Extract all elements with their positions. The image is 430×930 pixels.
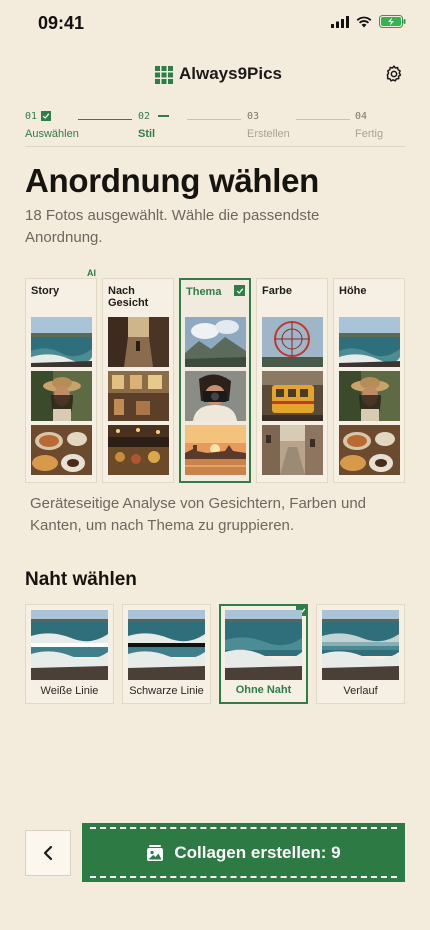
step-connector — [187, 119, 241, 120]
layout-hint: Geräteseitige Analyse von Gesichtern, Fa… — [30, 495, 367, 534]
step-number: 04 — [355, 110, 368, 122]
layout-option-color[interactable]: Farbe — [256, 278, 328, 483]
photo-thumbnail-tram — [262, 371, 323, 421]
seam-preview — [225, 610, 302, 680]
status-icons — [331, 15, 406, 28]
create-collages-button[interactable]: Collagen erstellen: 9 — [82, 823, 405, 882]
photo-thumbnail-market-night — [108, 425, 169, 475]
chevron-left-icon — [43, 845, 53, 861]
wifi-icon — [356, 16, 372, 27]
photos-icon — [147, 844, 164, 861]
status-bar: 09:41 — [0, 0, 430, 48]
photo-thumbnail-breakfast — [31, 425, 92, 475]
app-header: Always9Pics — [0, 60, 430, 90]
battery-charging-icon — [379, 15, 406, 28]
photo-thumbnail-woman-hat — [31, 371, 92, 421]
layout-option-label: Höhe — [339, 285, 367, 297]
step-label: Erstellen — [247, 128, 290, 140]
step-number: 03 — [247, 110, 260, 122]
step-label: Fertig — [355, 128, 384, 140]
photo-thumbnail-photographer — [185, 371, 246, 421]
seam-preview — [128, 610, 205, 680]
seam-options: Weiße Linie Schwarze Linie Ohne Naht Ver… — [25, 604, 405, 704]
photo-thumbnail-alley — [108, 317, 169, 367]
layout-option-label: Nach Gesicht — [108, 285, 149, 309]
status-time: 09:41 — [38, 13, 85, 33]
layout-option-story[interactable]: Story — [25, 278, 97, 483]
step-label: Stil — [138, 128, 156, 140]
grid-logo-icon — [155, 66, 173, 84]
layout-option-by-face[interactable]: Nach Gesicht — [102, 278, 174, 483]
layout-option-height[interactable]: Höhe — [333, 278, 405, 483]
divider — [25, 146, 405, 147]
layout-option-label: Farbe — [262, 285, 292, 297]
photo-thumbnail-woman-hat — [339, 371, 400, 421]
layout-option-theme[interactable]: Thema — [179, 278, 251, 483]
photo-thumbnail-ferris-wheel — [262, 317, 323, 367]
step-select[interactable]: 01 Auswählen — [25, 110, 79, 141]
back-button[interactable] — [25, 830, 71, 876]
seam-option-white-line[interactable]: Weiße Linie — [25, 604, 114, 704]
photo-thumbnail-cafe-street — [108, 371, 169, 421]
check-icon — [41, 111, 52, 121]
step-style[interactable]: 02 Stil — [138, 110, 170, 140]
seam-preview — [322, 610, 399, 680]
layout-option-label: Story — [31, 285, 60, 297]
page-title: Anordnung wählen — [25, 162, 320, 199]
photo-thumbnail-coast — [31, 317, 92, 367]
photo-thumbnail-mountains — [185, 317, 246, 367]
photo-thumbnail-coast — [339, 317, 400, 367]
seam-section-title: Naht wählen — [25, 569, 137, 590]
seam-option-label: Ohne Naht — [235, 684, 292, 696]
progress-stepper: 01 Auswählen 02 Stil 03 Erstellen 04 Fer… — [25, 110, 405, 148]
photo-thumbnail-street-old — [262, 425, 323, 475]
layout-options: Story Nach Gesicht Thema Farbe Höhe — [25, 278, 405, 483]
seam-option-label: Weiße Linie — [40, 685, 99, 697]
photo-thumbnail-sunset-city — [185, 425, 246, 475]
create-collages-label: Collagen erstellen: 9 — [174, 842, 341, 862]
seam-option-label: Verlauf — [343, 685, 378, 697]
step-number: 01 — [25, 110, 38, 122]
photo-thumbnail-breakfast — [339, 425, 400, 475]
active-indicator — [158, 115, 170, 117]
seam-option-black-line[interactable]: Schwarze Linie — [122, 604, 211, 704]
bottom-action-bar: Collagen erstellen: 9 — [0, 815, 430, 930]
seam-preview — [31, 610, 108, 680]
step-done: 04 Fertig — [355, 110, 384, 141]
step-number: 02 — [138, 110, 151, 122]
seam-option-label: Schwarze Linie — [129, 685, 204, 697]
ai-badge: AI — [87, 268, 96, 278]
step-connector — [296, 119, 350, 120]
step-create: 03 Erstellen — [247, 110, 290, 141]
step-connector — [78, 119, 132, 120]
page-subtitle: 18 Fotos ausgewählt. Wähle die passendst… — [25, 207, 320, 246]
gear-icon[interactable] — [384, 64, 404, 84]
check-icon — [234, 285, 245, 296]
step-label: Auswählen — [25, 128, 79, 140]
seam-option-gradient[interactable]: Verlauf — [316, 604, 405, 704]
cellular-signal-icon — [331, 15, 349, 28]
app-title: Always9Pics — [179, 64, 283, 83]
seam-option-no-seam[interactable]: Ohne Naht — [219, 604, 308, 704]
